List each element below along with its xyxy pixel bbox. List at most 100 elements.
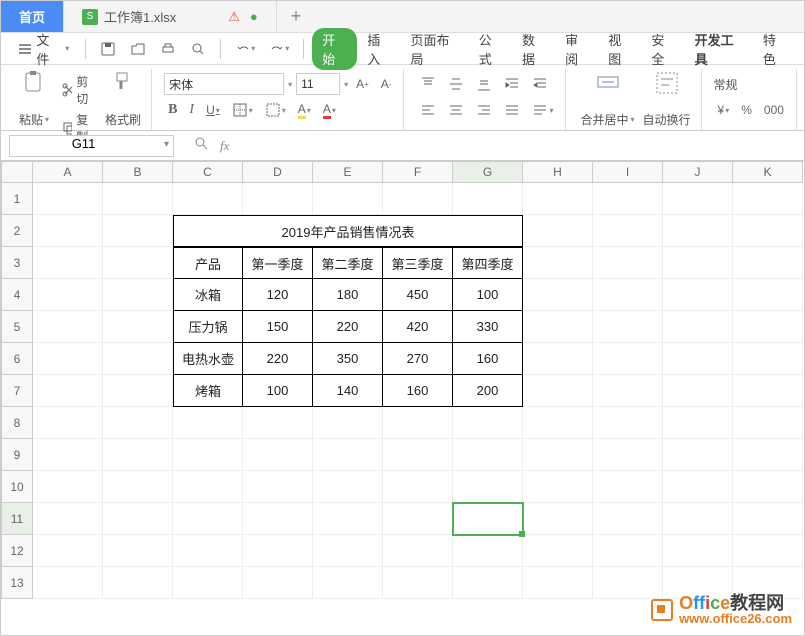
cell-E9[interactable]: [313, 439, 383, 471]
cell-D12[interactable]: [243, 535, 313, 567]
cell-A10[interactable]: [33, 471, 103, 503]
row-header-10[interactable]: 10: [1, 471, 33, 503]
tab-review[interactable]: 审阅: [557, 30, 598, 68]
italic-button[interactable]: I: [185, 102, 198, 118]
print-button[interactable]: [154, 41, 182, 57]
align-center-button[interactable]: [444, 102, 468, 118]
cut-button[interactable]: 剪切: [57, 71, 97, 109]
cell-E12[interactable]: [313, 535, 383, 567]
cell-C5[interactable]: 压力锅: [173, 311, 243, 343]
cell-H9[interactable]: [523, 439, 593, 471]
tab-devtools[interactable]: 开发工具: [687, 30, 753, 68]
cell-K5[interactable]: [733, 311, 803, 343]
cell-J3[interactable]: [663, 247, 733, 279]
cell-C1[interactable]: [173, 183, 243, 215]
cell-G13[interactable]: [453, 567, 523, 599]
cell-K3[interactable]: [733, 247, 803, 279]
cell-K11[interactable]: [733, 503, 803, 535]
cell-I12[interactable]: [593, 535, 663, 567]
tab-page-layout[interactable]: 页面布局: [403, 30, 469, 68]
row-header-11[interactable]: 11: [1, 503, 33, 535]
cell-H5[interactable]: [523, 311, 593, 343]
cell-K12[interactable]: [733, 535, 803, 567]
cell-J1[interactable]: [663, 183, 733, 215]
tab-data[interactable]: 数据: [514, 30, 555, 68]
comma-button[interactable]: 000: [760, 103, 788, 117]
cell-J9[interactable]: [663, 439, 733, 471]
cell-H11[interactable]: [523, 503, 593, 535]
align-left-button[interactable]: [416, 102, 440, 118]
cell-H4[interactable]: [523, 279, 593, 311]
cell-F8[interactable]: [383, 407, 453, 439]
cell-C4[interactable]: 冰箱: [173, 279, 243, 311]
cell-D5[interactable]: 150: [243, 311, 313, 343]
cell-B10[interactable]: [103, 471, 173, 503]
cell-A5[interactable]: [33, 311, 103, 343]
row-header-3[interactable]: 3: [1, 247, 33, 279]
align-right-button[interactable]: [472, 102, 496, 118]
cell-H7[interactable]: [523, 375, 593, 407]
decrease-font-button[interactable]: A-: [377, 77, 396, 91]
tab-special[interactable]: 特色: [755, 30, 796, 68]
cell-K8[interactable]: [733, 407, 803, 439]
col-header-E[interactable]: E: [313, 161, 383, 183]
underline-button[interactable]: U▾: [202, 103, 224, 117]
wrap-button[interactable]: 自动换行: [639, 69, 695, 130]
cell-J10[interactable]: [663, 471, 733, 503]
cell-G9[interactable]: [453, 439, 523, 471]
cell-E3[interactable]: 第二季度: [313, 247, 383, 279]
cell-C13[interactable]: [173, 567, 243, 599]
cell-E8[interactable]: [313, 407, 383, 439]
cell-K7[interactable]: [733, 375, 803, 407]
cell-C11[interactable]: [173, 503, 243, 535]
home-tab[interactable]: 首页: [1, 1, 64, 32]
cell-B2[interactable]: [103, 215, 173, 247]
col-header-C[interactable]: C: [173, 161, 243, 183]
cell-J12[interactable]: [663, 535, 733, 567]
cell-G5[interactable]: 330: [453, 311, 523, 343]
cell-G3[interactable]: 第四季度: [453, 247, 523, 279]
cell-B11[interactable]: [103, 503, 173, 535]
cell-F9[interactable]: [383, 439, 453, 471]
spreadsheet-grid[interactable]: ABCDEFGHIJK 122019年产品销售情况表3产品第一季度第二季度第三季…: [1, 161, 804, 599]
cell-D13[interactable]: [243, 567, 313, 599]
cell-I10[interactable]: [593, 471, 663, 503]
cell-J4[interactable]: [663, 279, 733, 311]
open-button[interactable]: [124, 41, 152, 57]
cell-A4[interactable]: [33, 279, 103, 311]
tab-view[interactable]: 视图: [600, 30, 641, 68]
cell-D1[interactable]: [243, 183, 313, 215]
cell-K6[interactable]: [733, 343, 803, 375]
cell-A1[interactable]: [33, 183, 103, 215]
cell-H13[interactable]: [523, 567, 593, 599]
cell-E2[interactable]: 2019年产品销售情况表: [313, 215, 383, 247]
cell-G1[interactable]: [453, 183, 523, 215]
cell-H8[interactable]: [523, 407, 593, 439]
cell-G8[interactable]: [453, 407, 523, 439]
cell-D9[interactable]: [243, 439, 313, 471]
cell-E4[interactable]: 180: [313, 279, 383, 311]
cell-G12[interactable]: [453, 535, 523, 567]
cell-J2[interactable]: [663, 215, 733, 247]
col-header-A[interactable]: A: [33, 161, 103, 183]
tab-start[interactable]: 开始: [312, 28, 357, 70]
cell-E11[interactable]: [313, 503, 383, 535]
cell-J6[interactable]: [663, 343, 733, 375]
file-tab[interactable]: S 工作簿1.xlsx ⚠ ●: [64, 1, 277, 32]
cell-D7[interactable]: 100: [243, 375, 313, 407]
row-header-4[interactable]: 4: [1, 279, 33, 311]
preview-button[interactable]: [184, 41, 212, 57]
cell-C7[interactable]: 烤箱: [173, 375, 243, 407]
cell-I8[interactable]: [593, 407, 663, 439]
cell-K10[interactable]: [733, 471, 803, 503]
file-menu[interactable]: 文件▾: [9, 30, 77, 68]
col-header-I[interactable]: I: [593, 161, 663, 183]
cell-A3[interactable]: [33, 247, 103, 279]
cell-A9[interactable]: [33, 439, 103, 471]
cell-B8[interactable]: [103, 407, 173, 439]
tab-formula[interactable]: 公式: [471, 30, 512, 68]
indent-increase-button[interactable]: [528, 76, 552, 92]
row-header-12[interactable]: 12: [1, 535, 33, 567]
cell-I3[interactable]: [593, 247, 663, 279]
font-size-select[interactable]: [296, 73, 340, 95]
